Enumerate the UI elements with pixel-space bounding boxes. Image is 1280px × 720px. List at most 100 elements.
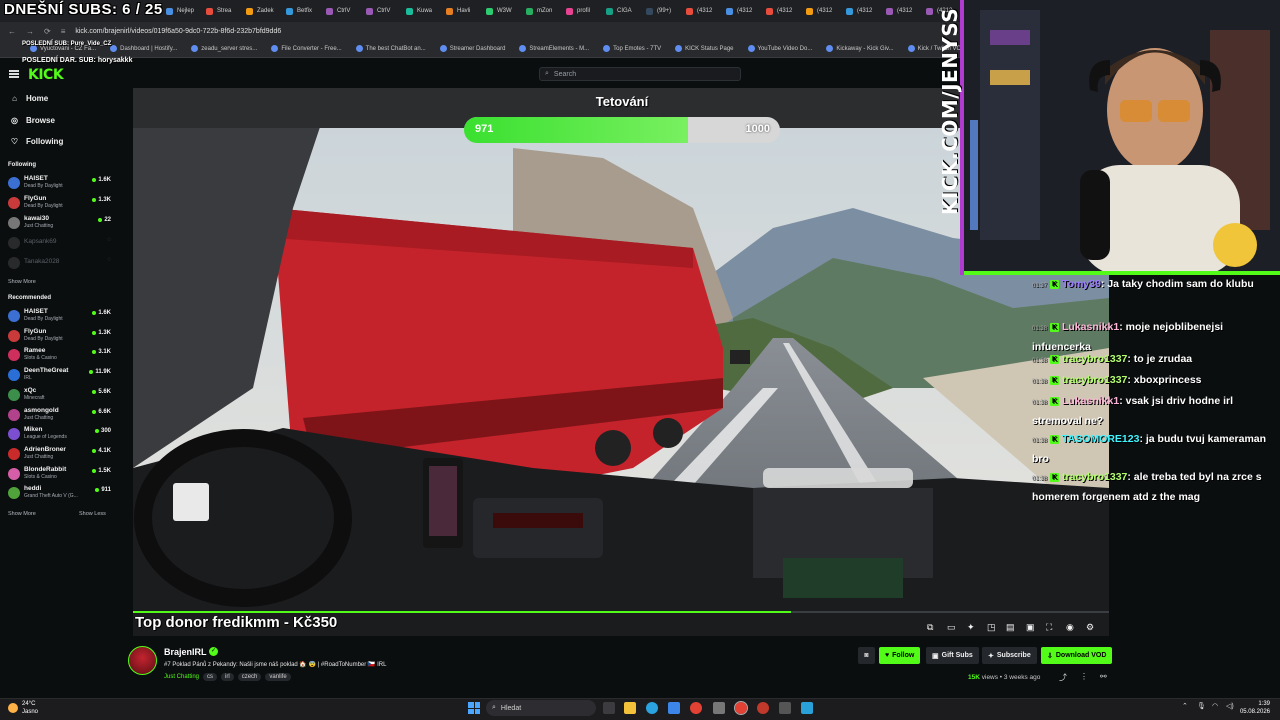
browser-tab[interactable]: Kuwa (400, 1, 438, 21)
bookmark[interactable]: KICK Status Page (675, 45, 734, 52)
store-icon[interactable] (668, 702, 680, 714)
chat-username[interactable]: tracybro1337 (1062, 374, 1127, 386)
forward-icon[interactable]: → (26, 27, 34, 36)
sidebar-channel[interactable]: Kapsank69 ◌ (8, 234, 111, 252)
back-icon[interactable]: ← (8, 27, 16, 36)
obs-icon[interactable] (757, 702, 769, 714)
browser-tab[interactable]: CtrlV (320, 1, 358, 21)
sidebar-channel[interactable]: xQc Minecraft 5.6K (8, 386, 111, 404)
menu-icon[interactable] (9, 70, 19, 78)
show-more-link[interactable]: Show More (8, 511, 36, 517)
sidebar-channel[interactable]: Tanaka2028 ◌ (8, 254, 111, 272)
gift-subs-button[interactable]: ▣ Gift Subs (926, 647, 979, 664)
sidebar-channel[interactable]: DeenTheGreat IRL 11.9K (8, 366, 111, 384)
terminal-icon[interactable] (779, 702, 791, 714)
subscribe-button[interactable]: ✦ Subscribe (982, 647, 1037, 664)
chat-username[interactable]: Lukasnikk1 (1062, 321, 1119, 333)
app2-icon[interactable] (801, 702, 813, 714)
sidebar-channel[interactable]: HAISET Dead By Daylight 1.6K (8, 307, 111, 325)
windows-start-icon[interactable] (468, 702, 480, 714)
browser-tab[interactable]: Nejlep (160, 1, 198, 21)
fullscreen-icon[interactable]: ⛶ (1046, 622, 1052, 633)
browser-tab[interactable]: W3W (480, 1, 518, 21)
file-explorer-icon[interactable] (624, 702, 636, 714)
link-icon[interactable]: ⚯ (1100, 672, 1107, 681)
chat-username[interactable]: TASOMORE123 (1062, 433, 1139, 445)
taskbar-search[interactable]: ⌕ Hledat (486, 700, 596, 716)
sidebar-channel[interactable]: heddi Grand Theft Auto V (G... 911 (8, 484, 111, 502)
bookmark[interactable]: YouTube Video Do... (747, 45, 812, 52)
chrome-icon[interactable] (690, 702, 702, 714)
mic-icon[interactable]: 🎙 (1197, 702, 1206, 710)
browser-tab[interactable]: (4312 (760, 1, 798, 21)
clip-icon[interactable]: ⧉ (927, 622, 933, 633)
notification-button[interactable]: ◙ (858, 647, 875, 664)
settings-icon[interactable]: ⚙ (1086, 622, 1094, 633)
download-vod-button[interactable]: ⇩ Download VOD (1041, 647, 1113, 664)
chat-username[interactable]: tracybro1337 (1062, 353, 1127, 365)
show-more-link[interactable]: Show More (8, 279, 36, 285)
sidebar-nav-browse[interactable]: ◎ Browse (10, 116, 55, 125)
sidebar-channel[interactable]: BlondeRabbit Slots & Casino 1.5K (8, 465, 111, 483)
browser-tab[interactable]: (4312 (800, 1, 838, 21)
quality-icon[interactable]: ◉ (1066, 622, 1074, 633)
browser-tab[interactable]: (99+) (640, 1, 678, 21)
category-link[interactable]: Just Chatting (164, 674, 199, 680)
chat-username[interactable]: Tomy39 (1062, 278, 1101, 290)
sidebar-channel[interactable]: Miken League of Legends 300 (8, 425, 111, 443)
browser-tab[interactable]: CIGA (600, 1, 638, 21)
browser-tab[interactable]: (4312 (680, 1, 718, 21)
bookmark[interactable]: Dashboard | Hostify... (110, 45, 177, 52)
plus-icon[interactable]: ✦ (967, 622, 975, 633)
tag[interactable]: irl (221, 673, 234, 681)
show-less-link[interactable]: Show Less (79, 511, 106, 517)
tag[interactable]: cs (203, 673, 218, 681)
layout-icon[interactable]: ▤ (1006, 622, 1015, 633)
browser-tab[interactable]: (4312 (880, 1, 918, 21)
sidebar-nav-home[interactable]: ⌂ Home (10, 94, 48, 103)
bookmark[interactable]: StreamElements - M... (519, 45, 589, 52)
system-clock[interactable]: 1:39 05.08.2026 (1240, 700, 1270, 716)
kick-logo[interactable]: KICK (28, 67, 64, 83)
streamer-name[interactable]: BrajenIRL (164, 647, 207, 657)
sidebar-channel[interactable]: kawai30 Just Chatting 22 (8, 214, 111, 232)
share-icon[interactable]: ⤴ (1059, 672, 1067, 683)
browser-tab[interactable]: Havli (440, 1, 478, 21)
tag[interactable]: vanlife (265, 673, 291, 681)
weather-widget[interactable]: 24°C Jasno (8, 700, 38, 716)
volume-icon[interactable]: ◁) (1226, 702, 1234, 710)
app-icon[interactable] (713, 702, 725, 714)
edge-icon[interactable] (646, 702, 658, 714)
browser-tab[interactable]: Betfix (280, 1, 318, 21)
bookmark[interactable]: Streamer Dashboard (439, 45, 505, 52)
wifi-icon[interactable]: ◠ (1212, 702, 1218, 710)
browser-tab[interactable]: CtrlV (360, 1, 398, 21)
chat-username[interactable]: Lukasnikk1 (1062, 395, 1119, 407)
sidebar-channel[interactable]: Ramee Slots & Casino 3.1K (8, 346, 111, 364)
pip-icon[interactable]: ◳ (987, 622, 996, 633)
bookmark[interactable]: File Converter - Free... (271, 45, 342, 52)
video-progress-bar[interactable] (133, 611, 1109, 613)
browser-tab[interactable]: profil (560, 1, 598, 21)
sidebar-channel[interactable]: FlyGun Dead By Daylight 1.3K (8, 194, 111, 212)
browser-tab[interactable]: Strea (200, 1, 238, 21)
follow-button[interactable]: ♥ Follow (879, 647, 921, 664)
browser-tab[interactable]: mZon (520, 1, 558, 21)
task-view-icon[interactable] (603, 702, 615, 714)
tag[interactable]: czech (237, 673, 262, 681)
bookmark[interactable]: Kickaway - Kick Giv... (826, 45, 894, 52)
sidebar-channel[interactable]: HAISET Dead By Daylight 1.6K (8, 174, 111, 192)
url-text[interactable]: kick.com/brajenirl/videos/019f6a50-9dc0-… (75, 28, 281, 35)
tray-chevron-icon[interactable]: ⌃ (1182, 702, 1188, 710)
bookmark[interactable]: zeadu_server stres... (191, 45, 257, 52)
more-icon[interactable]: ⋮ (1080, 672, 1088, 681)
browser-tab[interactable]: (4312 (840, 1, 878, 21)
chrome-active-icon[interactable] (734, 701, 748, 715)
sidebar-channel[interactable]: AdrienBroner Just Chatting 4.1K (8, 445, 111, 463)
browser-tab[interactable]: Zadek (240, 1, 278, 21)
mini-player-icon[interactable]: ▣ (1026, 622, 1035, 633)
search-input[interactable]: ⌕ Search (539, 67, 741, 81)
browser-tab[interactable]: (4312 (720, 1, 758, 21)
bookmark[interactable]: Top Emotes - 7TV (603, 45, 661, 52)
sidebar-channel[interactable]: asmongold Just Chatting 6.6K (8, 406, 111, 424)
